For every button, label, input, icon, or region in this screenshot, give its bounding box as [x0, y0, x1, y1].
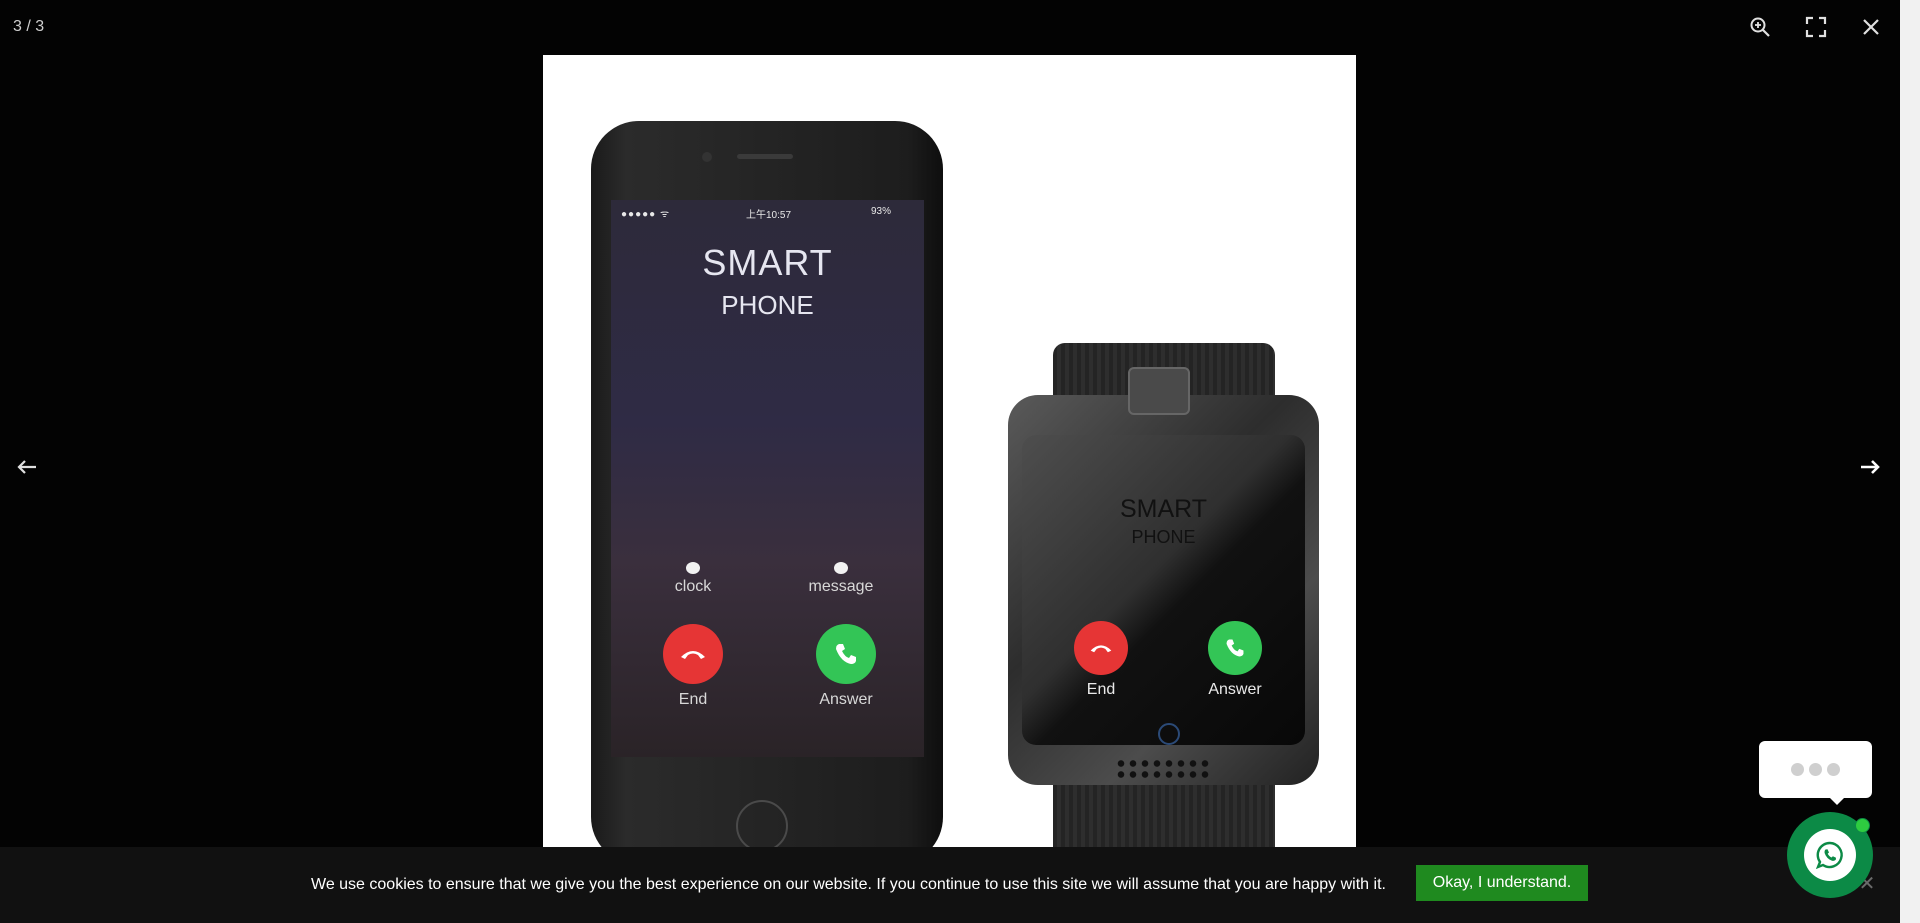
whatsapp-chat-button[interactable] — [1787, 812, 1873, 898]
zoom-in-icon — [1750, 17, 1770, 37]
phone-end-call-icon — [663, 624, 723, 684]
phone-speaker — [737, 154, 793, 159]
watch-title: SMART — [1119, 495, 1208, 523]
watch-illustration: SMART PHONE End Answer — [1008, 367, 1319, 785]
typing-dot — [1809, 763, 1822, 776]
phone-illustration: ●●●●● ᯤ 上午10:57 93% SMART PHONE clock me… — [591, 121, 943, 850]
chat-typing-bubble[interactable] — [1759, 741, 1872, 805]
next-slide-button[interactable] — [1848, 445, 1892, 489]
signal-icon: ●●●●● ᯤ — [621, 209, 671, 220]
clock-label: clock — [674, 578, 712, 595]
watch-end-call-icon — [1074, 621, 1128, 675]
fullscreen-icon — [1805, 16, 1827, 38]
phone-title: SMART — [702, 242, 833, 283]
message-label: message — [808, 578, 874, 595]
slide-counter: 3 / 3 — [13, 18, 45, 35]
zoom-button[interactable] — [1743, 10, 1777, 44]
alarm-clock-icon — [686, 562, 700, 574]
watch-answer-call-icon — [1208, 621, 1262, 675]
cookie-notice-bar: We use cookies to ensure that we give yo… — [0, 847, 1900, 923]
online-status-dot — [1855, 818, 1870, 833]
close-button[interactable] — [1854, 10, 1888, 44]
page-scrollbar[interactable] — [1900, 0, 1920, 923]
phone-answer-call-icon — [816, 624, 876, 684]
close-icon — [1863, 19, 1879, 35]
watch-end-label: End — [1086, 681, 1116, 698]
phone-camera — [702, 152, 712, 162]
typing-dot — [1827, 763, 1840, 776]
watch-subtitle: PHONE — [1131, 527, 1196, 547]
phone-subtitle: PHONE — [721, 290, 814, 320]
arrow-left-icon — [17, 460, 36, 474]
product-image: ●●●●● ᯤ 上午10:57 93% SMART PHONE clock me… — [543, 55, 1356, 850]
previous-slide-button[interactable] — [5, 445, 49, 489]
watch-camera — [1128, 367, 1190, 415]
phone-answer-label: Answer — [819, 691, 873, 708]
watch-speaker-grille — [1115, 758, 1211, 780]
lightbox-viewer: 3 / 3 ●●●●● ᯤ 上午10:57 93% SMART PHONE cl… — [0, 0, 1900, 923]
message-icon — [834, 562, 848, 574]
whatsapp-icon — [1804, 829, 1856, 881]
phone-status-time: 上午10:57 — [746, 210, 792, 221]
phone-status-battery: 93% — [871, 206, 892, 217]
cookie-accept-button[interactable]: Okay, I understand. — [1416, 865, 1588, 901]
fullscreen-button[interactable] — [1799, 10, 1833, 44]
phone-end-label: End — [678, 691, 708, 708]
typing-dot — [1791, 763, 1804, 776]
watch-strap-bottom — [1053, 781, 1275, 850]
phone-home-button — [736, 800, 788, 850]
cookie-notice-text: We use cookies to ensure that we give yo… — [311, 876, 1386, 893]
watch-answer-label: Answer — [1208, 681, 1262, 698]
phone-screen: ●●●●● ᯤ 上午10:57 93% SMART PHONE clock me… — [611, 200, 924, 757]
watch-home-button — [1158, 723, 1180, 745]
watch-screen: SMART PHONE End Answer — [1022, 435, 1305, 745]
arrow-right-icon — [1861, 460, 1880, 474]
